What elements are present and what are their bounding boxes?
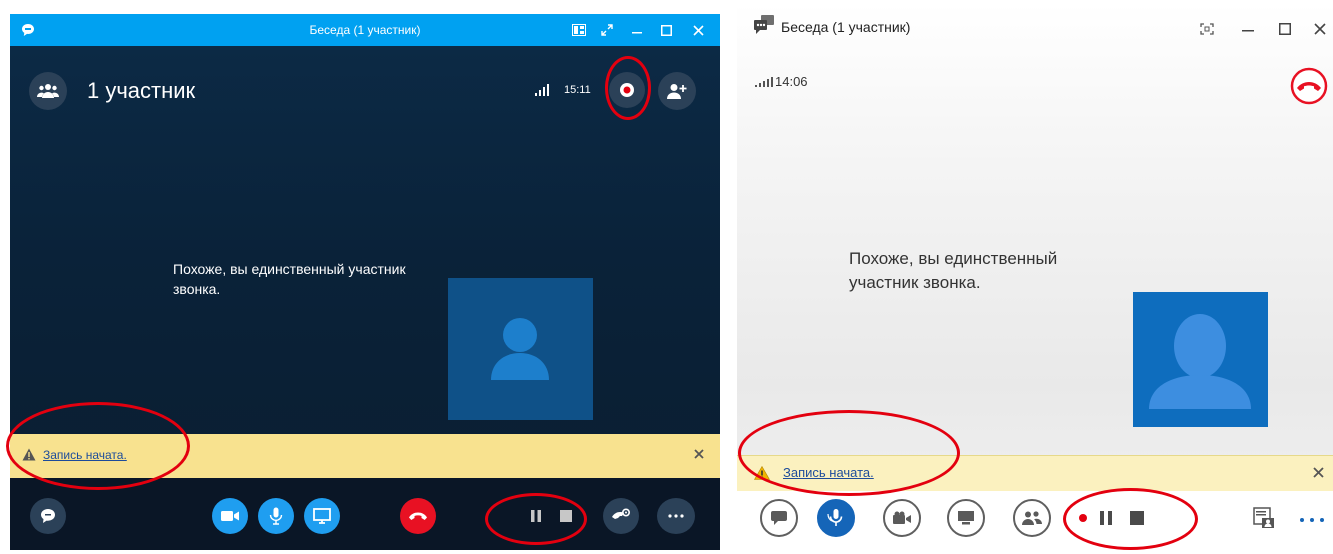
recording-started-link[interactable]: Запись начата. [783,465,874,480]
call-timer: 14:06 [775,74,808,89]
call-controls-bar [737,491,1333,550]
fullscreen-icon[interactable] [595,14,619,46]
hangup-icon [409,512,427,520]
call-controls-button[interactable] [603,498,639,534]
participants-button[interactable] [29,72,67,110]
recording-notification: Запись начата. [737,455,1333,491]
close-window-icon[interactable] [685,14,711,46]
participants-count: 1 участник [87,78,196,103]
more-icon [668,514,684,518]
record-indicator [1078,513,1088,523]
warning-icon [22,448,36,461]
video-button[interactable] [212,498,248,534]
call-controls-bar [10,478,720,550]
signal-strength-icon [535,84,551,96]
alone-message: Похоже, вы единственный участник звонка. [173,261,406,297]
people-icon [37,84,59,98]
microphone-button[interactable] [258,498,294,534]
people-icon [1022,511,1042,525]
person-avatar-icon [491,318,549,380]
video-camera-icon [893,511,911,524]
recording-started-link[interactable]: Запись начата. [43,448,127,462]
present-screen-icon [313,508,331,524]
stop-recording-button[interactable] [560,510,572,522]
maximize-icon[interactable] [1279,23,1291,35]
lync-call-window: Беседа (1 участник) 14:06 Похоже, вы еди… [737,3,1333,550]
layout-toggle-icon[interactable] [567,14,591,46]
more-options-button[interactable] [1299,517,1325,523]
hangup-button[interactable] [400,498,436,534]
window-title: Беседа (1 участник) [781,19,911,35]
pause-icon [1100,511,1112,525]
call-controls-icon [612,508,631,519]
stop-icon [1130,511,1144,525]
hangup-icon [1290,67,1328,105]
chat-icon [41,509,55,523]
record-button[interactable] [609,72,645,108]
more-options-button[interactable] [657,498,695,534]
pause-recording-button[interactable] [1099,510,1113,526]
participants-button[interactable] [1013,499,1051,537]
close-window-icon[interactable] [1314,23,1326,35]
chat-bubble-icon [771,511,787,525]
stop-recording-button[interactable] [1130,511,1144,525]
self-video-tile [448,278,593,420]
video-icon [221,511,239,521]
call-timer: 15:11 [564,84,591,96]
record-icon [620,83,634,97]
person-avatar-icon [1149,314,1251,409]
alone-message: Похоже, вы единственный участник звонка. [849,249,1058,292]
layout-icon [1253,507,1274,528]
recording-notification: Запись начата. [10,434,720,478]
warning-icon [754,466,770,480]
close-notification-icon[interactable] [1313,467,1324,478]
more-icon [1300,518,1324,522]
microphone-button[interactable] [817,499,855,537]
video-button[interactable] [883,499,921,537]
present-screen-button[interactable] [304,498,340,534]
self-video-tile [1133,292,1268,427]
hangup-button[interactable] [1290,67,1328,105]
add-person-icon [667,84,687,99]
focus-mode-icon[interactable] [1200,23,1214,35]
minimize-icon[interactable] [1242,29,1254,33]
lync-chat-icon [753,15,775,35]
pause-icon [531,510,541,522]
microphone-icon [269,507,283,525]
add-participant-button[interactable] [658,72,696,110]
stop-icon [560,510,572,522]
minimize-icon[interactable] [625,14,649,46]
chat-button[interactable] [30,498,66,534]
close-notification-icon[interactable] [694,449,704,459]
record-icon [1079,514,1087,522]
present-button[interactable] [947,499,985,537]
skype-call-window: Беседа (1 участник) 1 участник 15:11 Пох… [10,14,720,550]
maximize-icon[interactable] [654,14,678,46]
monitor-icon [958,511,974,525]
signal-strength-icon [755,77,773,87]
microphone-icon [827,509,843,526]
im-button[interactable] [760,499,798,537]
layout-button[interactable] [1253,507,1275,529]
pause-recording-button[interactable] [530,509,542,523]
title-bar[interactable]: Беседа (1 участник) [10,14,720,46]
